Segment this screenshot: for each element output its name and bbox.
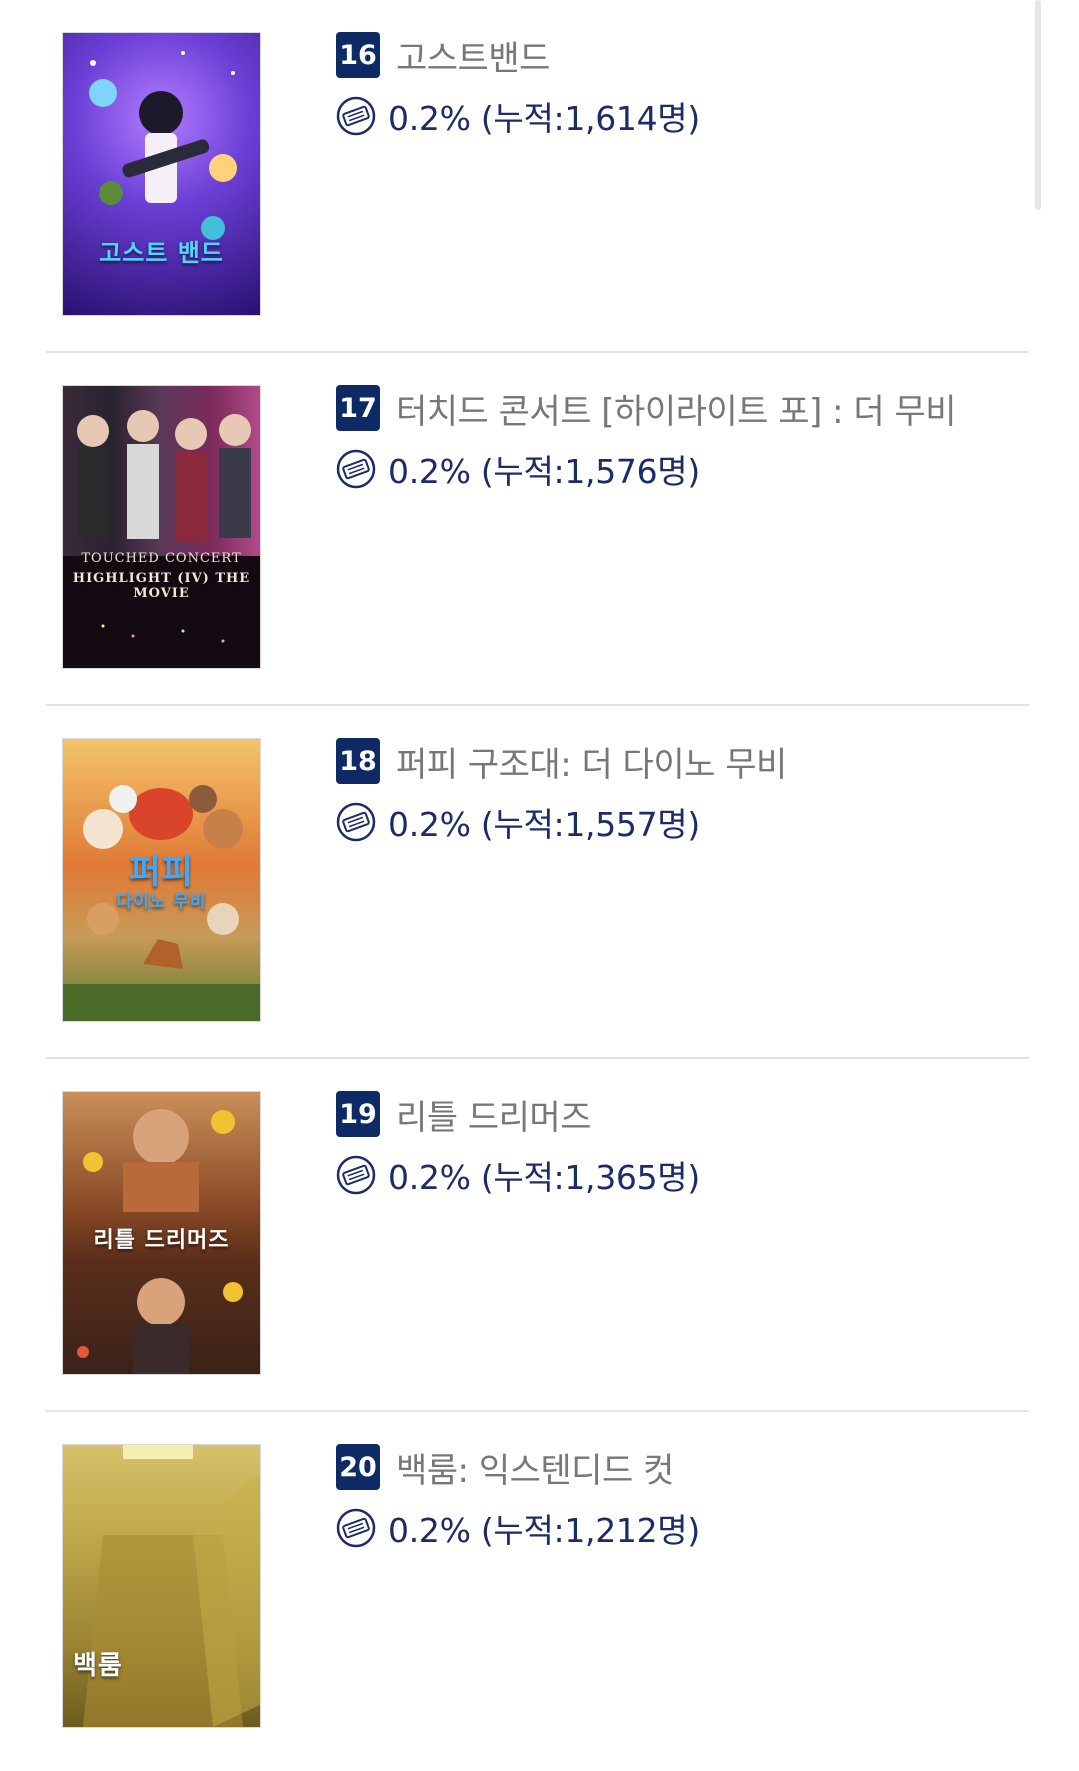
- stat-row: 0.2% (누적:1,576명): [336, 447, 1039, 491]
- title-row: 16 고스트밴드: [336, 31, 1039, 80]
- stat-row: 0.2% (누적:1,557명): [336, 800, 1039, 844]
- poster-title: 퍼피: [129, 852, 194, 892]
- movie-poster[interactable]: 고스트 밴드: [62, 32, 261, 316]
- audience-stat: 0.2% (누적:1,365명): [388, 1158, 700, 1197]
- poster-title: 고스트 밴드: [99, 239, 224, 267]
- movie-title[interactable]: 고스트밴드: [396, 31, 550, 80]
- movie-info: 20 백룸: 익스텐디드 컷 0.2% (누적:1,212명): [336, 1444, 1039, 1550]
- ticket-icon: [336, 96, 376, 136]
- ticket-icon: [336, 1155, 376, 1195]
- stat-row: 0.2% (누적:1,212명): [336, 1506, 1039, 1550]
- list-item[interactable]: 백룸 20 백룸: 익스텐디드 컷 0.2% (누적:1,212명): [0, 1412, 1079, 1765]
- rank-badge: 16: [336, 32, 380, 78]
- rank-badge: 17: [336, 385, 380, 431]
- poster-title: 백룸: [73, 1651, 123, 1681]
- audience-stat: 0.2% (누적:1,212명): [388, 1511, 700, 1550]
- movie-poster[interactable]: 리틀 드리머즈: [62, 1091, 261, 1375]
- box-office-list: 고스트 밴드 16 고스트밴드 0.2% (누적:1,614명) TOUCHED…: [0, 0, 1079, 1765]
- poster-subtitle: TOUCHED CONCERT: [81, 551, 242, 566]
- title-row: 17 터치드 콘서트 [하이라이트 포] : 더 무비: [336, 384, 1039, 433]
- list-item[interactable]: TOUCHED CONCERT HIGHLIGHT (IV) THE MOVIE…: [0, 353, 1079, 706]
- rank-badge: 20: [336, 1444, 380, 1490]
- poster-title: HIGHLIGHT (IV) THE MOVIE: [72, 571, 251, 601]
- audience-stat: 0.2% (누적:1,557명): [388, 805, 700, 844]
- movie-title[interactable]: 백룸: 익스텐디드 컷: [396, 1443, 674, 1492]
- movie-title[interactable]: 터치드 콘서트 [하이라이트 포] : 더 무비: [396, 384, 957, 433]
- rank-badge: 19: [336, 1091, 380, 1137]
- movie-info: 18 퍼피 구조대: 더 다이노 무비 0.2% (누적:1,557명): [336, 738, 1039, 844]
- movie-info: 19 리틀 드리머즈 0.2% (누적:1,365명): [336, 1091, 1039, 1197]
- list-item[interactable]: 퍼피 다이노 무비 18 퍼피 구조대: 더 다이노 무비 0.2% (누적:1…: [0, 706, 1079, 1059]
- poster-title: 리틀 드리머즈: [93, 1228, 230, 1253]
- list-item[interactable]: 고스트 밴드 16 고스트밴드 0.2% (누적:1,614명): [0, 0, 1079, 353]
- rank-badge: 18: [336, 738, 380, 784]
- stat-row: 0.2% (누적:1,365명): [336, 1153, 1039, 1197]
- movie-poster[interactable]: 퍼피 다이노 무비: [62, 738, 261, 1022]
- movie-title[interactable]: 퍼피 구조대: 더 다이노 무비: [396, 737, 787, 786]
- ticket-icon: [336, 1508, 376, 1548]
- movie-poster[interactable]: 백룸: [62, 1444, 261, 1728]
- stat-row: 0.2% (누적:1,614명): [336, 94, 1039, 138]
- movie-info: 16 고스트밴드 0.2% (누적:1,614명): [336, 32, 1039, 138]
- ticket-icon: [336, 449, 376, 489]
- movie-poster[interactable]: TOUCHED CONCERT HIGHLIGHT (IV) THE MOVIE: [62, 385, 261, 669]
- movie-info: 17 터치드 콘서트 [하이라이트 포] : 더 무비 0.2% (누적:1,5…: [336, 385, 1039, 491]
- audience-stat: 0.2% (누적:1,614명): [388, 99, 700, 138]
- audience-stat: 0.2% (누적:1,576명): [388, 452, 700, 491]
- ticket-icon: [336, 802, 376, 842]
- title-row: 18 퍼피 구조대: 더 다이노 무비: [336, 737, 1039, 786]
- poster-illustration: [83, 1445, 260, 1727]
- list-item[interactable]: 리틀 드리머즈 19 리틀 드리머즈 0.2% (누적:1,365명): [0, 1059, 1079, 1412]
- title-row: 20 백룸: 익스텐디드 컷: [336, 1443, 1039, 1492]
- title-row: 19 리틀 드리머즈: [336, 1090, 1039, 1139]
- movie-title[interactable]: 리틀 드리머즈: [396, 1090, 592, 1139]
- poster-illustration: [89, 51, 237, 240]
- poster-illustration: [63, 410, 260, 668]
- poster-subtitle: 다이노 무비: [116, 892, 207, 912]
